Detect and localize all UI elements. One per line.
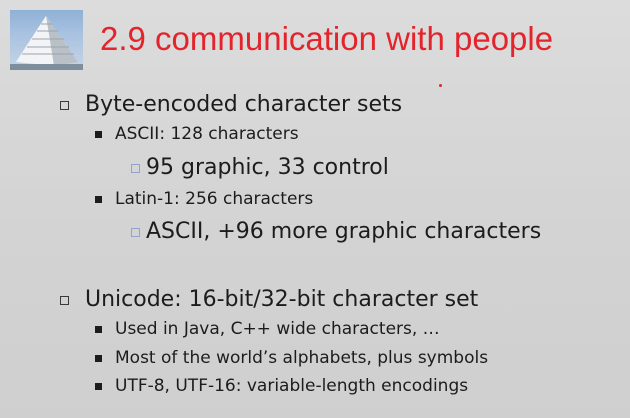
bullet-level2-item: Most of the world’s alphabets, plus symb… [115,348,489,368]
bullet-level1-item: Unicode: 16-bit/32-bit character set [85,287,479,312]
decorative-dot [439,84,442,87]
bullet-level2-item: UTF-8, UTF-16: variable-length encodings [115,376,469,396]
hollow-square-bullet-icon [60,101,69,110]
solid-square-bullet-icon [95,131,102,138]
solid-square-bullet-icon [95,196,102,203]
bullet-level2-item: ASCII: 128 characters [115,124,299,144]
bullet-level1-item: Byte-encoded character sets [85,92,403,117]
light-square-bullet-icon [131,228,140,237]
bullet-level3-item: 95 graphic, 33 control [146,155,389,180]
solid-square-bullet-icon [95,383,102,390]
slide: 2.9 communication with people Byte-encod… [0,0,630,418]
pyramid-logo-icon [10,10,83,70]
slide-title: 2.9 communication with people [100,20,554,57]
hollow-square-bullet-icon [60,296,69,305]
bullet-level2-item: Latin-1: 256 characters [115,189,314,209]
bullet-level2-item: Used in Java, C++ wide characters, … [115,319,440,339]
solid-square-bullet-icon [95,326,102,333]
light-square-bullet-icon [131,164,140,173]
bullet-level3-item: ASCII, +96 more graphic characters [146,219,542,244]
solid-square-bullet-icon [95,355,102,362]
